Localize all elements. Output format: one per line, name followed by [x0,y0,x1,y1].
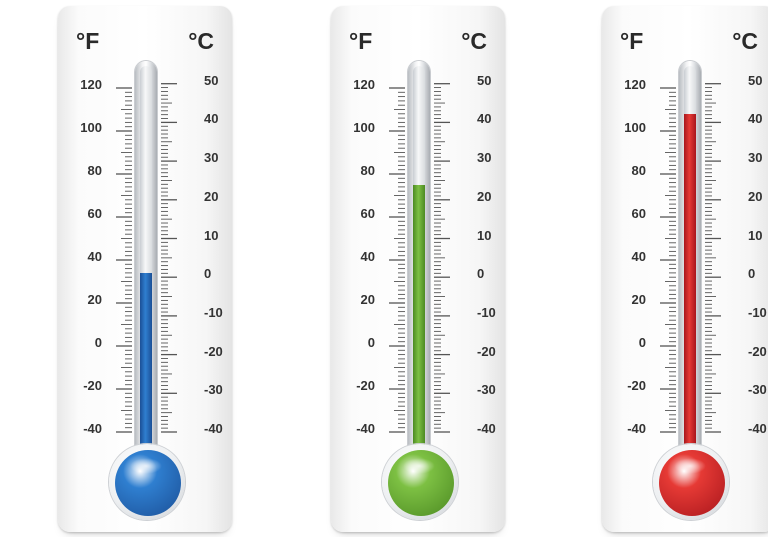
mercury-column [684,113,696,461]
fahrenheit-label: 40 [631,249,646,264]
mercury-column [413,184,425,461]
celsius-label: 0 [204,266,212,282]
celsius-label: -30 [748,382,767,398]
fahrenheit-label: 40 [360,249,375,264]
celsius-label: 50 [477,72,492,88]
fahrenheit-label: 80 [360,163,375,178]
fahrenheit-label: 120 [624,77,646,92]
celsius-label: 20 [748,188,763,204]
tube-bore [684,66,696,461]
fahrenheit-label: 0 [94,335,102,350]
thermometer-red: °F °C 120 100 80 60 40 20 0 -20 -40 50 40 30 20 10 0 -10-… [602,6,768,532]
fahrenheit-label: 60 [631,206,646,221]
celsius-label: -20 [477,343,496,359]
celsius-label: 40 [477,111,492,127]
celsius-label: -30 [477,382,496,398]
tube-bore [140,66,152,461]
celsius-label: 30 [477,150,492,166]
mercury-column [140,272,152,461]
fahrenheit-label: 60 [360,206,375,221]
fahrenheit-label: 60 [87,206,102,221]
bulb-highlight [130,458,162,474]
celsius-label: 40 [748,111,763,127]
fahrenheit-label: 100 [80,120,102,135]
fahrenheit-label: 20 [360,292,375,307]
thermometer-green: °F °C 120 100 80 60 40 20 0 -20 -40 50 40 30 20 10 0 -10-… [331,6,505,532]
tube-bore [413,66,425,461]
celsius-label: 10 [204,227,219,243]
celsius-label: 20 [477,188,492,204]
fahrenheit-label: 100 [624,120,646,135]
celsius-label: 10 [748,227,763,243]
fahrenheit-label: 0 [367,335,375,350]
fahrenheit-label: 120 [80,77,102,92]
fahrenheit-label: 120 [353,77,375,92]
celsius-label: -20 [204,343,223,359]
celsius-label: -20 [748,343,767,359]
celsius-label: -10 [748,304,767,320]
fahrenheit-label: -40 [627,421,646,436]
celsius-label: 20 [204,188,219,204]
thermometer-illustration: °F °C 120 100 80 60 40 20 0 -20 -40 50 40 30 20 10 0 -10-… [0,0,768,537]
fahrenheit-label: 80 [631,163,646,178]
fahrenheit-label: 100 [353,120,375,135]
celsius-label: -40 [204,421,223,436]
celsius-label: -10 [204,304,223,320]
celsius-label: 0 [477,266,485,282]
celsius-label: 10 [477,227,492,243]
fahrenheit-label: -20 [83,378,102,393]
bulb-highlight [674,458,706,474]
fahrenheit-label: 20 [87,292,102,307]
fahrenheit-label: -20 [356,378,375,393]
celsius-label: 40 [204,111,219,127]
fahrenheit-label: 40 [87,249,102,264]
celsius-label: -40 [748,421,767,436]
fahrenheit-label: 20 [631,292,646,307]
fahrenheit-label: 80 [87,163,102,178]
celsius-label: -30 [204,382,223,398]
celsius-label: 30 [748,150,763,166]
fahrenheit-label: -40 [356,421,375,436]
thermometer-blue: °F °C 120 100 80 60 40 20 0 -20 -40 50 40 30 20 10 0 -10-… [58,6,232,532]
celsius-label: 30 [204,150,219,166]
celsius-label: -10 [477,304,496,320]
celsius-label: 50 [748,72,763,88]
fahrenheit-label: 0 [638,335,646,350]
bulb-highlight [403,458,435,474]
celsius-label: 50 [204,72,219,88]
fahrenheit-label: -20 [627,378,646,393]
fahrenheit-label: -40 [83,421,102,436]
celsius-label: -40 [477,421,496,436]
celsius-label: 0 [748,266,756,282]
